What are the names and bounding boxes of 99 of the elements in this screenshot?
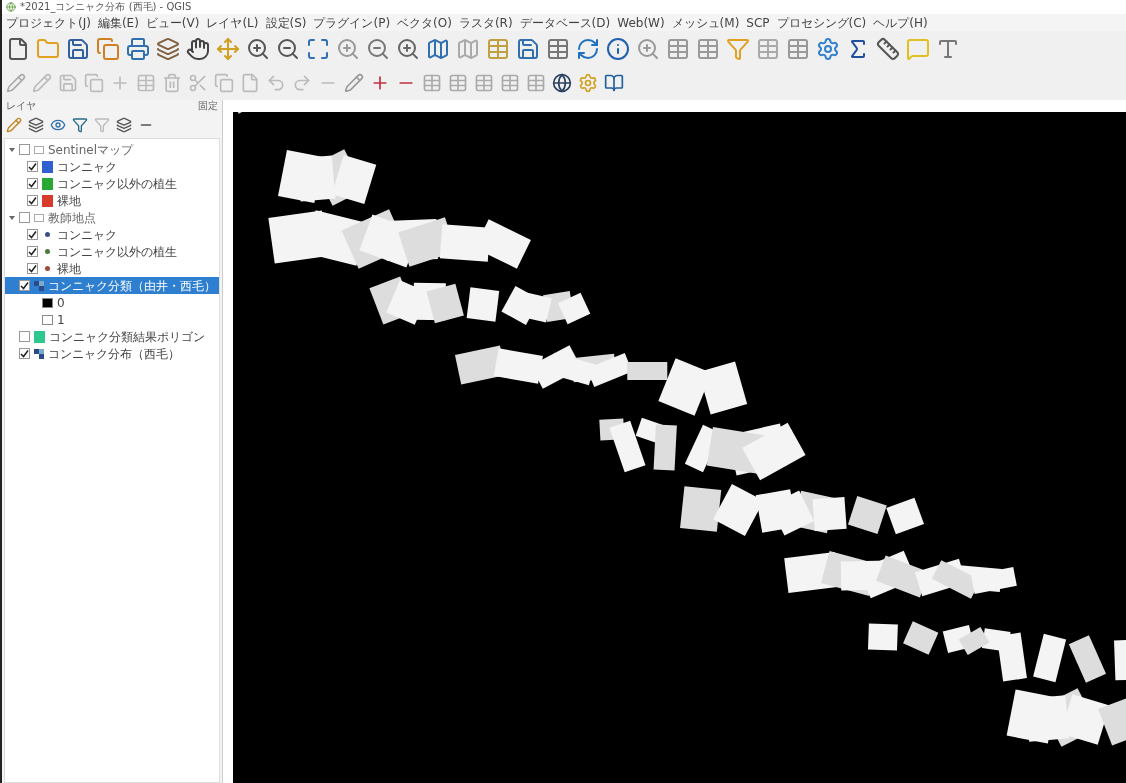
layer-name: 0 [57,296,65,309]
pencil-icon[interactable] [6,73,26,93]
layer-name: 裸地 [57,262,81,275]
checkbox[interactable] [27,246,38,257]
layer-name: 教師地点 [48,211,96,224]
gear-icon[interactable] [816,36,840,61]
layer-row[interactable]: 裸地 [5,192,219,209]
table-icon[interactable] [666,36,690,61]
checkbox[interactable] [19,348,30,359]
table-icon[interactable] [474,73,494,93]
layer-row[interactable]: コンニャク分類（由井・西毛） [5,277,219,294]
group-icon [34,213,44,222]
table-icon[interactable] [486,36,510,61]
layer-row[interactable]: コンニャク [5,158,219,175]
checkbox[interactable] [27,195,38,206]
pencil-icon[interactable] [344,73,364,93]
zoom-full-icon[interactable] [306,36,330,61]
layers-icon[interactable] [116,117,132,133]
filter-icon[interactable] [72,117,88,133]
folder-icon[interactable] [36,36,60,61]
layer-name: コンニャク以外の植生 [57,245,177,258]
zoom-out-icon[interactable] [276,36,300,61]
menu-item[interactable]: プロジェクト(J) [6,16,91,29]
layer-row[interactable]: コンニャク [5,226,219,243]
menu-item[interactable]: プラグイン(P) [313,16,391,29]
layer-row[interactable]: コンニャク分布（西毛） [5,345,219,362]
panel-button[interactable]: 固定 [198,101,218,111]
menu-item[interactable]: ヘルプ(H) [873,16,928,29]
ruler-icon[interactable] [876,36,900,61]
menu-item[interactable]: ラスタ(R) [458,16,513,29]
refresh-icon[interactable] [576,36,600,61]
table-icon[interactable] [696,36,720,61]
layer-row[interactable]: コンニャク以外の植生 [5,175,219,192]
layer-name: 裸地 [57,194,81,207]
table-icon[interactable] [422,73,442,93]
checkbox[interactable] [19,331,30,342]
menu-item[interactable]: データベース(D) [519,16,611,29]
info-icon[interactable] [606,36,630,61]
menu-item[interactable]: ベクタ(O) [397,16,452,29]
menu-item[interactable]: 編集(E) [97,16,139,29]
globe-icon[interactable] [552,73,572,93]
layers-icon[interactable] [28,117,44,133]
book-icon[interactable] [604,73,624,93]
map-icon[interactable] [456,36,480,61]
table-icon[interactable] [546,36,570,61]
menu-item[interactable]: SCP [746,16,770,29]
layer-row[interactable]: 1 [5,311,219,328]
layer-name: コンニャク分類結果ポリゴン [49,330,205,343]
layer-row[interactable]: 裸地 [5,260,219,277]
menu-item[interactable]: ビュー(V) [145,16,200,29]
layer-name: コンニャク分類（由井・西毛） [48,279,216,292]
layer-name: コンニャク [57,160,117,173]
menu-item[interactable]: レイヤ(L) [206,16,259,29]
raster-icon [34,280,44,291]
checkbox[interactable] [27,263,38,274]
menu-item[interactable]: メッシュ(M) [671,16,740,29]
table-icon[interactable] [526,73,546,93]
menu-item[interactable]: Web(W) [617,16,665,29]
menu-item[interactable]: プロセシング(C) [776,16,867,29]
layer-name: コンニャク以外の植生 [57,177,177,190]
pan-hand-icon[interactable] [186,36,210,61]
save-icon[interactable] [66,36,90,61]
raster-icon [34,348,44,359]
checkbox[interactable] [27,161,38,172]
printer-icon[interactable] [126,36,150,61]
map-icon[interactable] [426,36,450,61]
layer-name: Sentinelマップ [48,143,133,156]
menu-item[interactable]: 設定(S) [265,16,307,29]
copy-icon[interactable] [96,36,120,61]
table-icon[interactable] [500,73,520,93]
layer-row[interactable]: コンニャク分類結果ポリゴン [5,328,219,345]
table-icon[interactable] [448,73,468,93]
layer-row[interactable]: コンニャク以外の植生 [5,243,219,260]
layer-name: コンニャク分布（西毛） [48,347,180,360]
layers-icon[interactable] [156,36,180,61]
table-icon[interactable] [786,36,810,61]
checkbox[interactable] [19,280,30,291]
app-logo-icon [6,2,16,12]
eye-icon[interactable] [50,117,66,133]
move-icon[interactable] [216,36,240,61]
group-icon [34,145,44,154]
expand-arrow[interactable] [9,146,15,153]
zoom-in-icon[interactable] [246,36,270,61]
expand-arrow[interactable] [9,214,15,221]
checkbox[interactable] [19,212,30,223]
layer-row[interactable]: 教師地点 [5,209,219,226]
zoom-out-icon[interactable] [366,36,390,61]
checkbox[interactable] [19,144,30,155]
checkbox[interactable] [27,229,38,240]
zoom-in-icon[interactable] [396,36,420,61]
new-file-icon[interactable] [6,36,30,61]
window-title: *2021_コンニャク分布 (西毛) - QGIS [20,2,192,12]
layer-row[interactable]: 0 [5,294,219,311]
layer-row[interactable]: Sentinelマップ [5,141,219,158]
table-icon[interactable] [756,36,780,61]
layer-name: コンニャク [57,228,117,241]
layer-name: 1 [57,313,65,326]
panel-title: レイヤ [6,101,36,111]
checkbox[interactable] [27,178,38,189]
